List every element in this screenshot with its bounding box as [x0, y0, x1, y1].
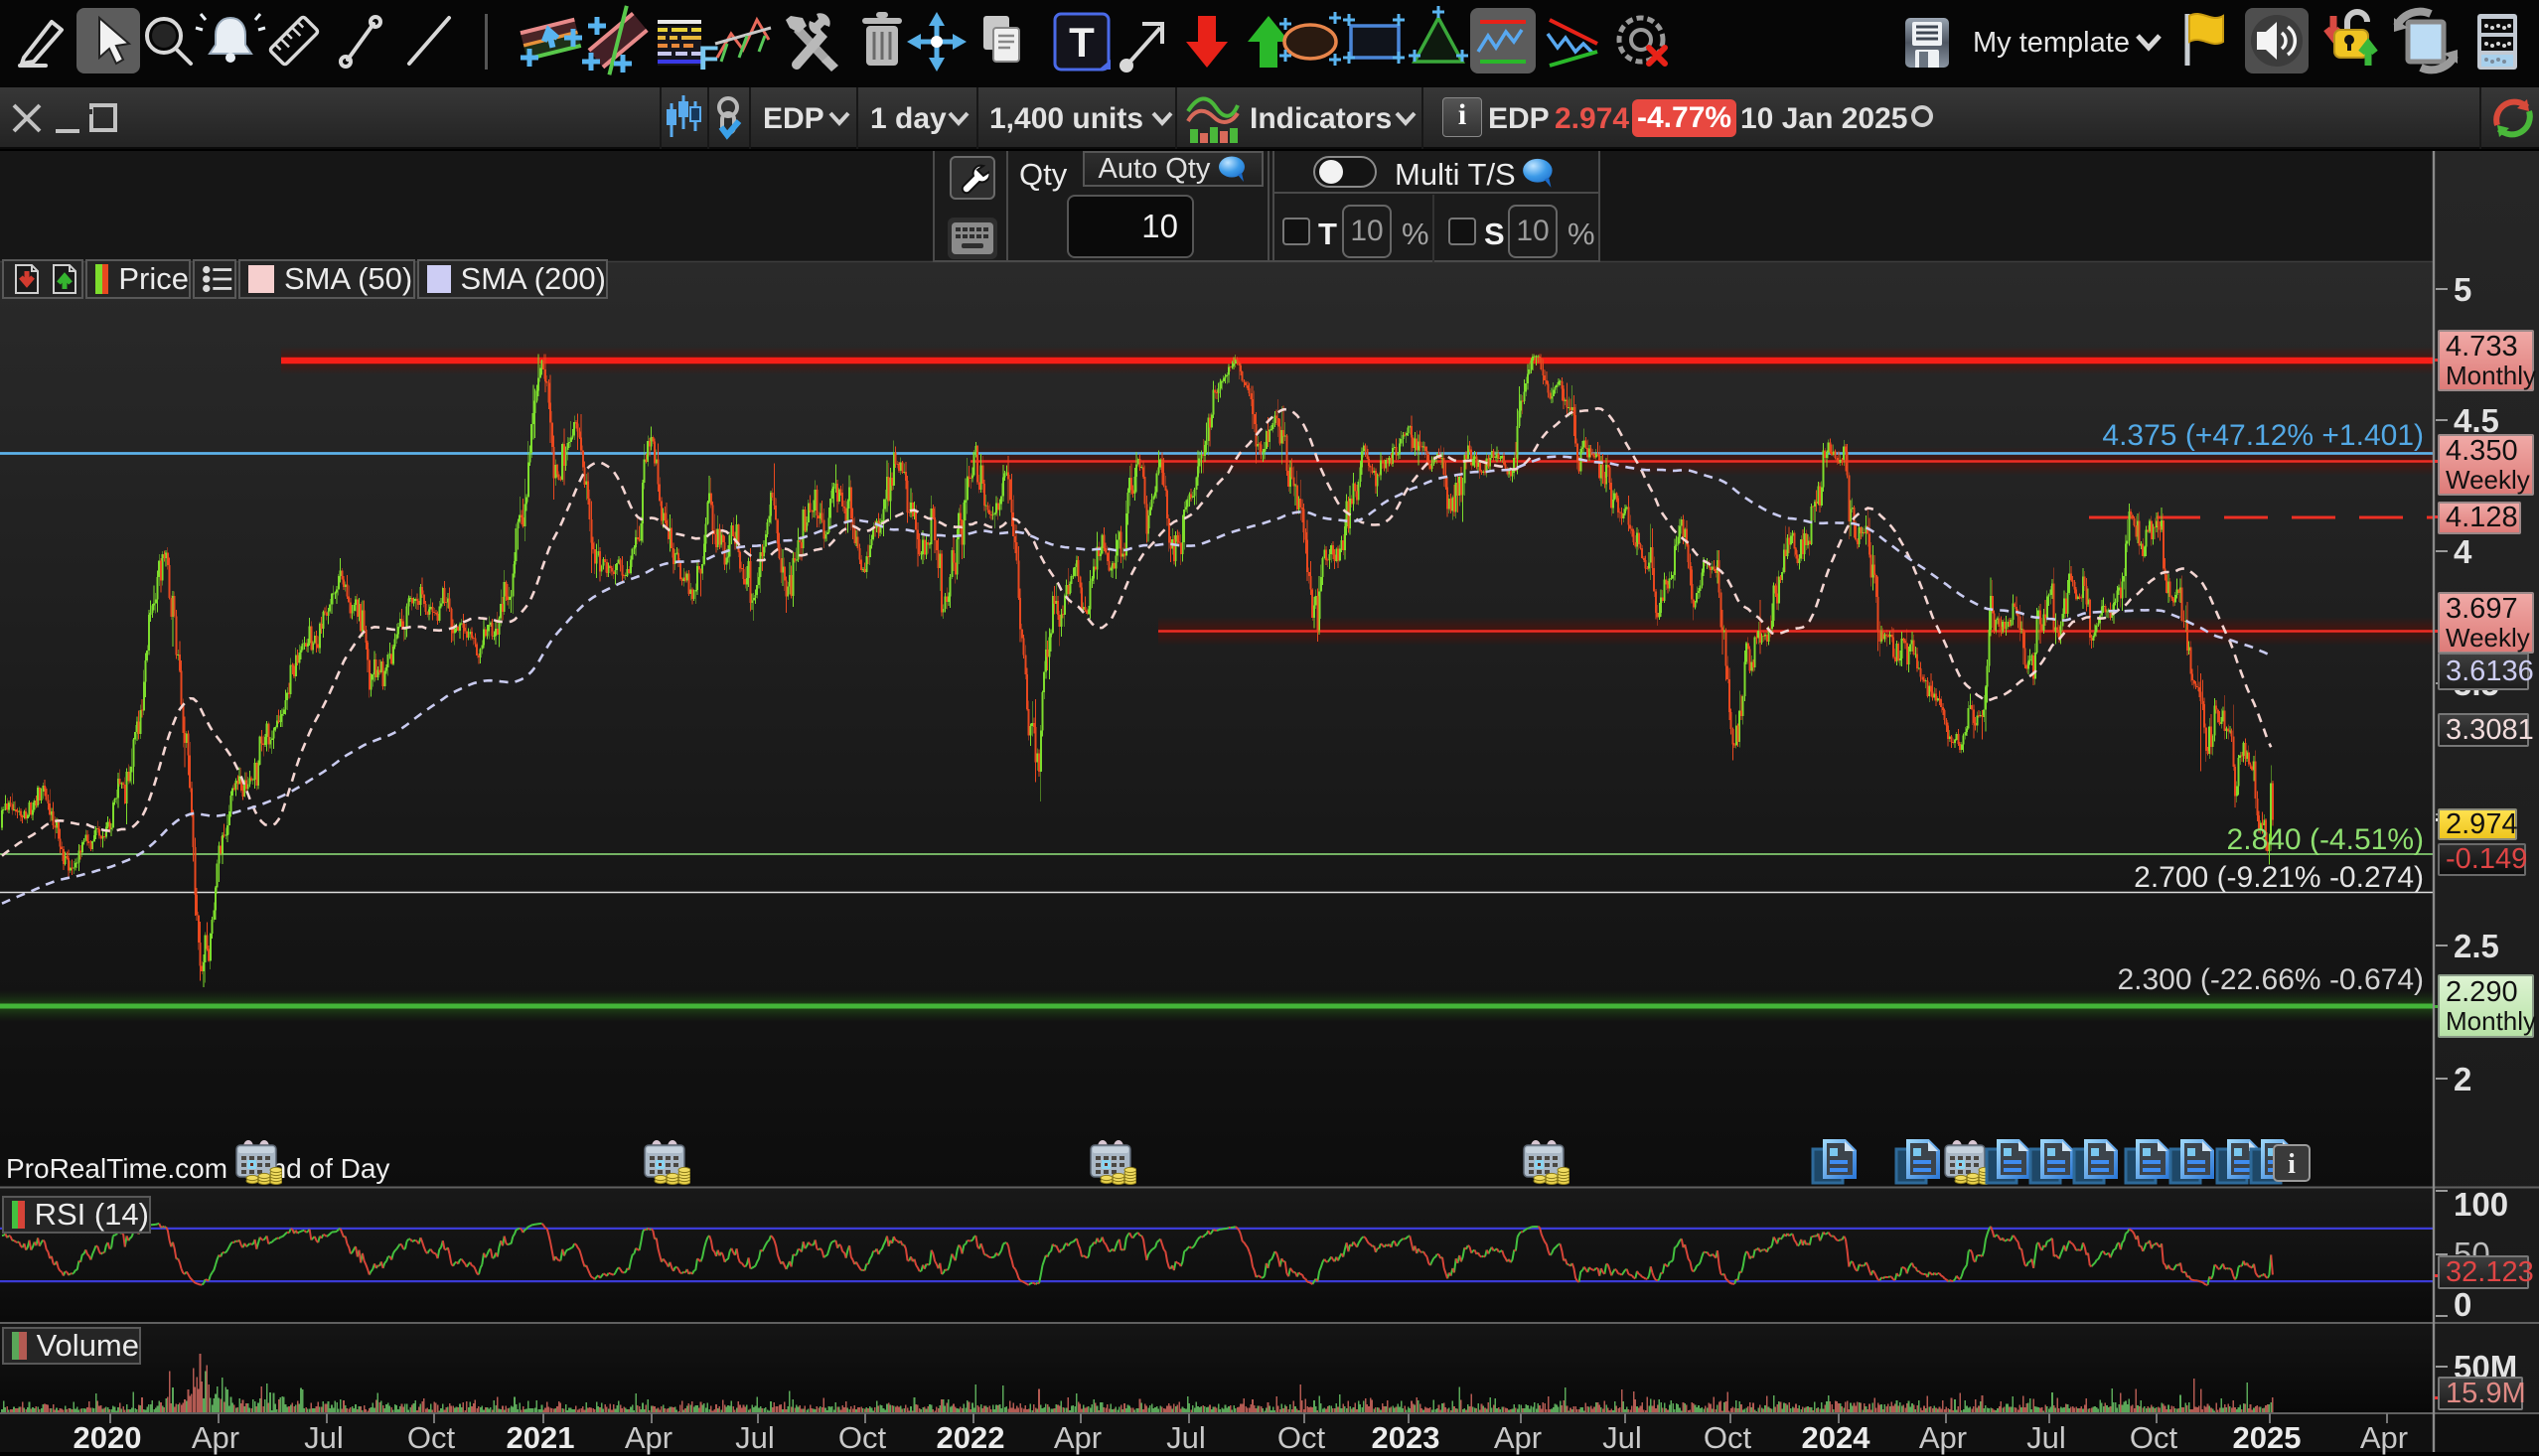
svg-text:F: F [698, 40, 719, 77]
svg-text:T: T [1069, 19, 1095, 66]
svg-text:i: i [2288, 1149, 2296, 1180]
svg-text:My template: My template [1973, 27, 2130, 59]
